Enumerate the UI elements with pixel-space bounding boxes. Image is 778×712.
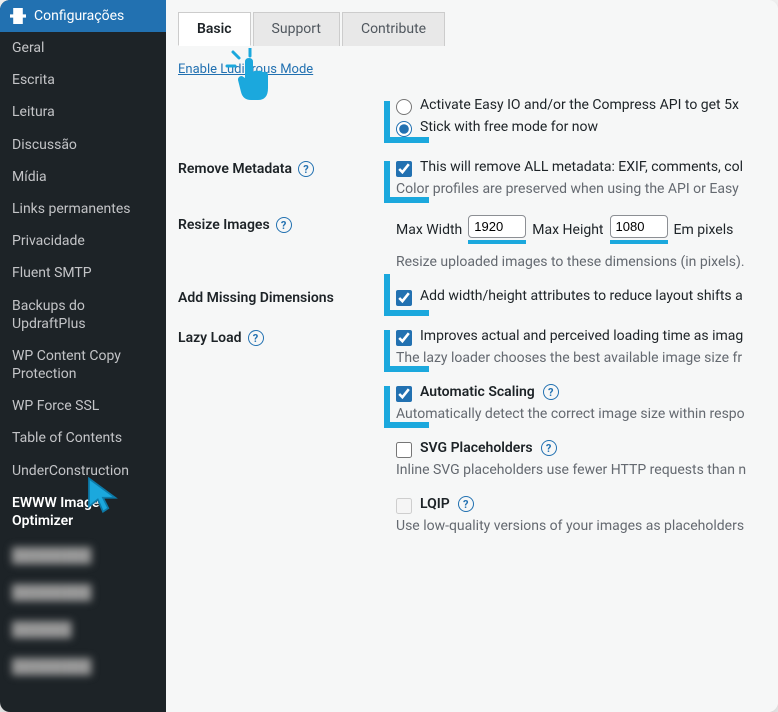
help-icon[interactable]	[541, 440, 557, 456]
check-lazy-label: Improves actual and perceived loading ti…	[420, 328, 743, 344]
help-icon[interactable]	[458, 496, 474, 512]
check-lazy[interactable]	[396, 330, 412, 346]
check-dimensions[interactable]	[396, 290, 412, 306]
sidebar-item-geral[interactable]: Geral	[0, 32, 166, 64]
max-width-label: Max Width	[396, 222, 462, 238]
svg-desc: Inline SVG placeholders use fewer HTTP r…	[396, 462, 778, 478]
check-scaling-label: Automatic Scaling	[420, 384, 535, 400]
sidebar-item-forcessl[interactable]: WP Force SSL	[0, 390, 166, 422]
sidebar-item-midia[interactable]: Mídia	[0, 161, 166, 193]
max-width-input[interactable]	[468, 215, 526, 238]
tab-support[interactable]: Support	[253, 12, 340, 46]
sidebar-item-smtp[interactable]: Fluent SMTP	[0, 257, 166, 289]
click-hand-icon	[225, 48, 275, 108]
resize-label: Resize Images	[178, 217, 270, 233]
blurred-item: ████████	[0, 574, 166, 611]
sidebar: Configurações Geral Escrita Leitura Disc…	[0, 0, 166, 712]
sidebar-item-backups[interactable]: Backups do UpdraftPlus	[0, 290, 166, 340]
main-content: Basic Support Contribute Enable Ludicrou…	[166, 0, 778, 712]
help-icon[interactable]	[298, 161, 314, 177]
scaling-desc: Automatically detect the correct image s…	[396, 406, 778, 422]
sidebar-item-toc[interactable]: Table of Contents	[0, 422, 166, 454]
cursor-pointer-icon	[82, 475, 124, 517]
check-svg[interactable]	[396, 442, 412, 458]
blurred-item: ████████	[0, 648, 166, 685]
sidebar-header[interactable]: Configurações	[0, 0, 166, 32]
check-scaling[interactable]	[396, 386, 412, 402]
sidebar-item-escrita[interactable]: Escrita	[0, 64, 166, 96]
radio-stick-label: Stick with free mode for now	[420, 119, 598, 135]
lazy-desc: The lazy loader chooses the best availab…	[396, 350, 778, 366]
sidebar-item-copyprotection[interactable]: WP Content Copy Protection	[0, 340, 166, 390]
lazy-label: Lazy Load	[178, 330, 242, 346]
tab-basic[interactable]: Basic	[178, 12, 251, 46]
check-lqip[interactable]	[396, 498, 412, 514]
check-svg-label: SVG Placeholders	[420, 440, 533, 456]
radio-activate-label: Activate Easy IO and/or the Compress API…	[420, 97, 739, 113]
sidebar-item-discussao[interactable]: Discussão	[0, 129, 166, 161]
metadata-desc: Color profiles are preserved when using …	[396, 181, 778, 197]
help-icon[interactable]	[276, 217, 292, 233]
tabs: Basic Support Contribute	[166, 0, 778, 46]
blurred-item: ████████	[0, 537, 166, 574]
settings-icon	[10, 8, 26, 24]
tab-contribute[interactable]: Contribute	[342, 12, 445, 46]
units-label: Em pixels	[674, 222, 734, 238]
lqip-desc: Use low-quality versions of your images …	[396, 518, 778, 534]
metadata-label: Remove Metadata	[178, 161, 292, 177]
max-height-input[interactable]	[610, 215, 668, 238]
sidebar-header-label: Configurações	[34, 8, 124, 24]
radio-stick[interactable]	[396, 121, 412, 137]
dimensions-label: Add Missing Dimensions	[178, 290, 334, 306]
sidebar-item-leitura[interactable]: Leitura	[0, 96, 166, 128]
help-icon[interactable]	[248, 330, 264, 346]
resize-desc: Resize uploaded images to these dimensio…	[396, 254, 778, 270]
radio-activate[interactable]	[396, 99, 412, 115]
max-height-label: Max Height	[532, 222, 603, 238]
check-dimensions-label: Add width/height attributes to reduce la…	[420, 288, 743, 304]
check-metadata[interactable]	[396, 161, 412, 177]
blurred-item: ██████	[0, 611, 166, 648]
sidebar-item-links[interactable]: Links permanentes	[0, 193, 166, 225]
check-lqip-label: LQIP	[420, 496, 450, 512]
check-metadata-label: This will remove ALL metadata: EXIF, com…	[420, 159, 743, 175]
help-icon[interactable]	[543, 384, 559, 400]
sidebar-item-privacidade[interactable]: Privacidade	[0, 225, 166, 257]
